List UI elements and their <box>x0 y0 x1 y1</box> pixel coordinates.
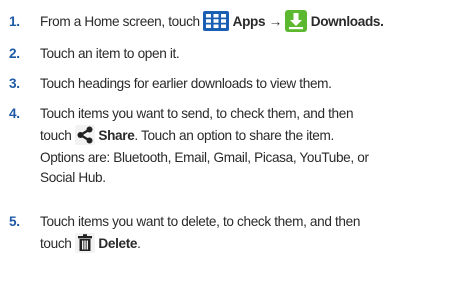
trash-icon <box>74 233 95 254</box>
step-text: . Touch an option to share the item. <box>134 128 334 143</box>
share-label: Share <box>98 128 135 143</box>
downloads-label: Downloads. <box>310 14 384 29</box>
step-text: Touch headings for earlier downloads to … <box>40 76 332 91</box>
step-number: 2. <box>9 46 20 61</box>
step-number: 4. <box>9 106 20 121</box>
step-text: Touch an item to open it. <box>40 46 180 61</box>
share-icon <box>74 125 95 146</box>
step-number: 1. <box>9 14 20 29</box>
step-text: . <box>137 236 141 251</box>
step-number: 5. <box>9 214 20 229</box>
step-body: Touch headings for earlier downloads to … <box>40 74 472 94</box>
apps-label: Apps <box>232 14 266 29</box>
step-text: touch <box>40 236 72 251</box>
step-text: From a Home screen, touch <box>40 14 200 29</box>
step-line: touch Delete. <box>40 232 472 256</box>
step-text: touch <box>40 128 72 143</box>
step-line: touch Share. Touch an option to share th… <box>40 124 472 148</box>
step-body: Touch items you want to delete, to check… <box>40 212 472 256</box>
step-line: Social Hub. <box>40 170 106 185</box>
step-body: Touch items you want to send, to check t… <box>40 104 472 188</box>
step-body: Touch an item to open it. <box>40 44 472 64</box>
step-line: From a Home screen, touch Apps → Downloa… <box>40 10 472 34</box>
apps-grid-icon <box>203 11 230 32</box>
instruction-steps: 1. From a Home screen, touch Apps → Down… <box>0 0 475 294</box>
step-body: From a Home screen, touch Apps → Downloa… <box>40 10 472 34</box>
step-line: Touch items you want to send, to check t… <box>40 106 354 121</box>
download-arrow-icon <box>285 10 308 33</box>
step-number: 3. <box>9 76 20 91</box>
arrow-glyph: → <box>268 14 283 29</box>
step-line: Options are: Bluetooth, Email, Gmail, Pi… <box>40 150 369 165</box>
delete-label: Delete <box>98 236 138 251</box>
step-line: Touch items you want to delete, to check… <box>40 214 361 229</box>
